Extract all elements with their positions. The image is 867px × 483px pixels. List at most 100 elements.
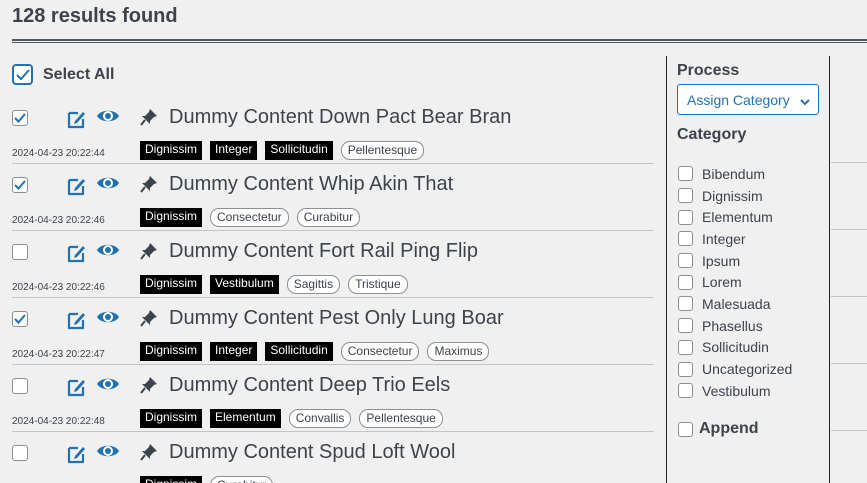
category-checkbox[interactable] <box>678 231 693 247</box>
category-tag: Vestibulum <box>210 275 279 294</box>
category-tag: Dignissim <box>140 275 203 294</box>
category-name: Malesuada <box>702 295 771 312</box>
result-date: 2024-04-23 20:22:48 <box>12 416 105 427</box>
post-tag: Curabitur <box>296 208 361 227</box>
result-date: 2024-04-23 20:22:46 <box>12 282 105 293</box>
category-tag: Sollicitudin <box>265 342 333 361</box>
row-checkbox[interactable] <box>12 311 28 327</box>
edit-icon[interactable] <box>66 242 88 269</box>
process-select[interactable]: Assign Category <box>677 84 819 115</box>
category-tag: Integer <box>210 141 258 160</box>
category-option[interactable]: Sollicitudin <box>678 337 792 359</box>
checkmark-icon <box>15 68 30 80</box>
tag-list: Dignissim Consectetur Curabitur <box>140 208 361 227</box>
category-name: Vestibulum <box>702 382 771 399</box>
append-label: Append <box>699 420 759 437</box>
post-tag: Pellentesque <box>359 409 443 428</box>
category-tag: Dignissim <box>140 476 203 483</box>
edit-icon[interactable] <box>66 309 88 336</box>
post-tag: Maximus <box>427 342 490 361</box>
category-option[interactable]: Uncategorized <box>678 358 792 380</box>
category-option[interactable]: Dignissim <box>678 185 792 207</box>
select-all-control[interactable]: Select All <box>12 64 114 85</box>
eye-icon[interactable] <box>96 308 120 331</box>
result-row: Dummy Content Whip Akin That 2024-04-23 2… <box>12 164 654 231</box>
row-checkbox[interactable] <box>12 445 28 461</box>
category-tag: Elementum <box>210 409 281 428</box>
category-name: Ipsum <box>702 252 741 269</box>
edit-icon[interactable] <box>66 376 88 403</box>
category-option[interactable]: Vestibulum <box>678 380 792 402</box>
eye-icon[interactable] <box>96 241 120 264</box>
category-option[interactable]: Elementum <box>678 206 792 228</box>
eye-icon[interactable] <box>96 442 120 465</box>
category-checkbox[interactable] <box>678 253 693 269</box>
pin-icon <box>139 174 159 199</box>
edit-icon[interactable] <box>66 108 88 135</box>
row-checkbox[interactable] <box>12 244 28 260</box>
category-option[interactable]: Phasellus <box>678 315 792 337</box>
category-option[interactable]: Lorem <box>678 271 792 293</box>
result-title[interactable]: Dummy Content Whip Akin That <box>169 173 453 196</box>
row-divider-right <box>831 363 867 364</box>
category-checkbox[interactable] <box>678 339 693 355</box>
pin-icon <box>139 442 159 467</box>
post-tag: Curabitur <box>210 476 274 483</box>
category-checkbox[interactable] <box>678 188 693 204</box>
result-title[interactable]: Dummy Content Spud Loft Wool <box>169 441 455 464</box>
category-checkbox[interactable] <box>678 383 693 399</box>
edit-icon[interactable] <box>66 443 88 470</box>
category-tag: Dignissim <box>140 141 203 160</box>
eye-icon[interactable] <box>96 375 120 398</box>
post-tag: Tristique <box>348 275 408 294</box>
post-tag: Sagittis <box>286 275 341 294</box>
results-list: Dummy Content Down Pact Bear Bran 2024-04… <box>12 97 654 483</box>
post-tag: Pellentesque <box>340 141 425 160</box>
header-divider <box>12 39 867 43</box>
category-option[interactable]: Integer <box>678 228 792 250</box>
append-control[interactable]: Append <box>678 420 759 438</box>
category-name: Sollicitudin <box>702 339 769 356</box>
category-tag: Integer <box>210 342 258 361</box>
eye-icon[interactable] <box>96 174 120 197</box>
result-title[interactable]: Dummy Content Deep Trio Eels <box>169 374 450 397</box>
result-date: 2024-04-23 20:22:44 <box>12 148 105 159</box>
category-checkbox[interactable] <box>678 166 693 182</box>
row-checkbox[interactable] <box>12 378 28 394</box>
result-title[interactable]: Dummy Content Pest Only Lung Boar <box>169 307 504 330</box>
row-divider-right <box>831 430 867 431</box>
category-name: Lorem <box>702 274 742 291</box>
category-option[interactable]: Ipsum <box>678 250 792 272</box>
category-checkbox[interactable] <box>678 209 693 225</box>
result-row: Dummy Content Spud Loft Wool Dignissim Cur… <box>12 432 654 483</box>
category-checkbox[interactable] <box>678 274 693 290</box>
result-date: 2024-04-23 20:22:46 <box>12 215 105 226</box>
append-checkbox[interactable] <box>678 421 693 437</box>
category-checkbox[interactable] <box>678 361 693 377</box>
category-tag: Dignissim <box>140 342 203 361</box>
pin-icon <box>139 107 159 132</box>
eye-icon[interactable] <box>96 107 120 130</box>
tag-list: Dignissim Elementum Convallis Pellentesque <box>140 409 443 428</box>
result-title[interactable]: Dummy Content Down Pact Bear Bran <box>169 106 511 129</box>
category-name: Integer <box>702 230 746 247</box>
result-date: 2024-04-23 20:22:47 <box>12 349 105 360</box>
row-divider-right <box>831 229 867 230</box>
category-option[interactable]: Bibendum <box>678 163 792 185</box>
result-title[interactable]: Dummy Content Fort Rail Ping Flip <box>169 240 478 263</box>
category-checkbox[interactable] <box>678 318 693 334</box>
result-row: Dummy Content Fort Rail Ping Flip 2024-04… <box>12 231 654 298</box>
row-checkbox[interactable] <box>12 177 28 193</box>
category-tag: Dignissim <box>140 409 203 428</box>
category-checkbox[interactable] <box>678 296 693 312</box>
edit-icon[interactable] <box>66 175 88 202</box>
row-checkbox[interactable] <box>12 110 28 126</box>
pin-icon <box>139 375 159 400</box>
category-option[interactable]: Malesuada <box>678 293 792 315</box>
post-tag: Convallis <box>288 409 352 428</box>
select-all-label: Select All <box>43 65 115 83</box>
result-row: Dummy Content Deep Trio Eels 2024-04-23 2… <box>12 365 654 432</box>
process-select-value: Assign Category <box>687 91 790 108</box>
select-all-checkbox[interactable] <box>12 64 33 85</box>
category-label: Category <box>677 126 747 143</box>
